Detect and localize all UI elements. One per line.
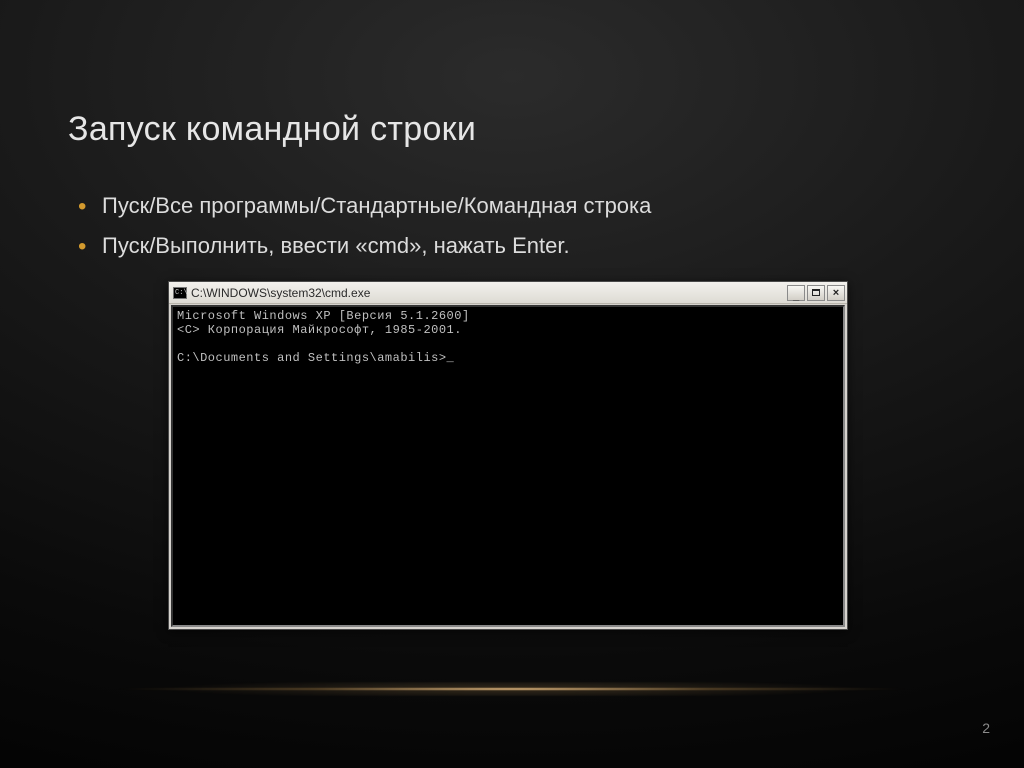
cmd-prompt-line: C:\Documents and Settings\amabilis>_ xyxy=(177,351,454,365)
decorative-glow xyxy=(0,688,1024,690)
minimize-button[interactable]: _ xyxy=(787,285,805,301)
bullet-text: Пуск/Все программы/Стандартные/Командная… xyxy=(102,193,651,218)
bullet-list: Пуск/Все программы/Стандартные/Командная… xyxy=(68,189,956,263)
cmd-output: Microsoft Windows XP [Версия 5.1.2600] <… xyxy=(171,305,845,627)
cmd-window: C:\WINDOWS\system32\cmd.exe _ × Microsof… xyxy=(168,281,848,630)
window-controls: _ × xyxy=(787,285,845,301)
slide-title: Запуск командной строки xyxy=(68,110,956,149)
bullet-item: Пуск/Выполнить, ввести «cmd», нажать Ent… xyxy=(74,229,956,263)
cmd-titlebar: C:\WINDOWS\system32\cmd.exe _ × xyxy=(169,282,847,304)
maximize-button[interactable] xyxy=(807,285,825,301)
bullet-item: Пуск/Все программы/Стандартные/Командная… xyxy=(74,189,956,223)
bullet-text: Пуск/Выполнить, ввести «cmd», нажать Ent… xyxy=(102,233,570,258)
cmd-window-image: C:\WINDOWS\system32\cmd.exe _ × Microsof… xyxy=(168,281,848,630)
cmd-icon xyxy=(173,287,187,299)
cmd-line: Microsoft Windows XP [Версия 5.1.2600] xyxy=(177,309,470,323)
close-button[interactable]: × xyxy=(827,285,845,301)
cmd-window-title: C:\WINDOWS\system32\cmd.exe xyxy=(191,287,783,299)
cmd-line: <C> Корпорация Майкрософт, 1985-2001. xyxy=(177,323,462,337)
page-number: 2 xyxy=(982,720,990,736)
